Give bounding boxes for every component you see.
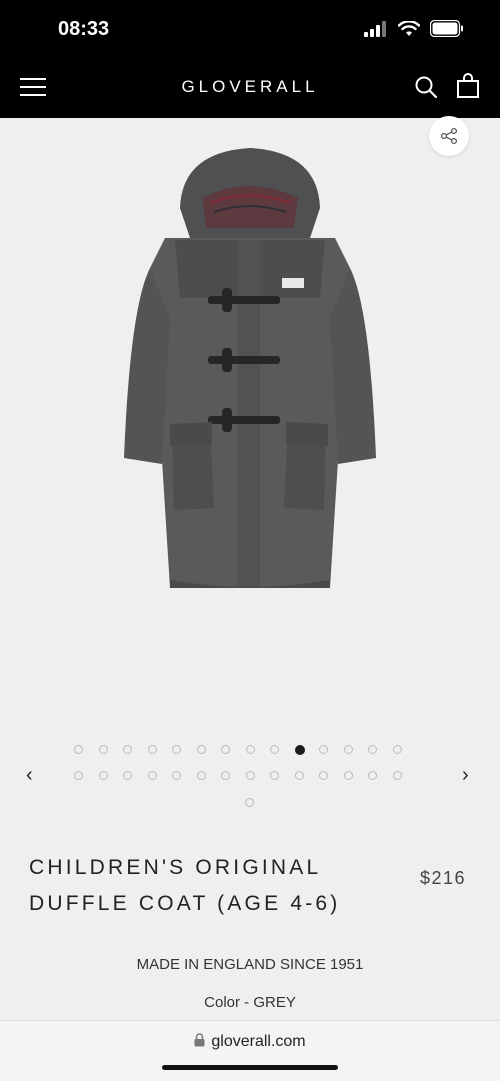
share-icon <box>440 127 458 145</box>
image-pager: ‹ › <box>0 740 500 820</box>
pager-dot[interactable] <box>172 771 181 780</box>
pager-dot[interactable] <box>196 745 206 754</box>
pager-dot[interactable] <box>294 771 304 780</box>
pager-dot[interactable] <box>245 771 255 780</box>
pager-dot[interactable] <box>74 745 83 754</box>
pager-dot[interactable] <box>147 745 157 754</box>
wifi-icon <box>398 20 420 36</box>
chevron-right-icon[interactable]: › <box>462 764 469 787</box>
pager-dot[interactable] <box>270 771 279 780</box>
site-header: GLOVERALL <box>0 62 500 118</box>
product-title: CHILDREN'S ORIGINAL DUFFLE COAT (AGE 4-6… <box>29 850 389 922</box>
pager-dot[interactable] <box>294 745 305 755</box>
url-text: gloverall.com <box>211 1033 306 1050</box>
pager-dot[interactable] <box>245 798 254 807</box>
pager-dot[interactable] <box>343 771 353 780</box>
pager-dot[interactable] <box>368 771 377 780</box>
pager-dot[interactable] <box>270 745 279 754</box>
product-title-line-2: DUFFLE COAT (AGE 4-6) <box>29 892 341 915</box>
pager-dot[interactable] <box>98 771 108 780</box>
battery-icon <box>430 20 463 37</box>
pager-dot[interactable] <box>343 745 353 754</box>
pager-dot[interactable] <box>221 771 230 780</box>
status-icons <box>364 20 464 37</box>
pager-dot[interactable] <box>123 745 132 754</box>
pager-dot[interactable] <box>319 771 328 780</box>
cellular-signal-icon <box>364 20 386 37</box>
shopping-bag-icon[interactable] <box>456 73 480 99</box>
product-color: Color - GREY <box>204 994 296 1011</box>
pager-dot[interactable] <box>147 771 157 780</box>
browser-url-bar[interactable]: gloverall.com <box>0 1020 500 1081</box>
pager-dot[interactable] <box>196 771 206 780</box>
pager-dot[interactable] <box>221 745 230 754</box>
home-indicator[interactable] <box>162 1065 338 1070</box>
status-time: 08:33 <box>58 18 110 40</box>
product-image-gallery[interactable] <box>0 116 500 718</box>
search-icon[interactable] <box>414 75 438 99</box>
pager-dot[interactable] <box>392 771 402 780</box>
url-display[interactable]: gloverall.com <box>0 1033 500 1051</box>
pager-dot[interactable] <box>392 745 402 754</box>
pager-dot[interactable] <box>172 745 181 754</box>
pager-dot[interactable] <box>123 771 132 780</box>
pager-dot[interactable] <box>319 745 328 754</box>
share-button[interactable] <box>429 116 469 156</box>
product-price: $216 <box>420 868 467 888</box>
pager-dot[interactable] <box>74 771 83 780</box>
pager-dot[interactable] <box>245 745 255 754</box>
product-title-line-1: CHILDREN'S ORIGINAL <box>29 856 322 879</box>
status-bar: 08:33 <box>0 0 500 62</box>
product-tagline: MADE IN ENGLAND SINCE 1951 <box>136 956 364 973</box>
lock-icon <box>194 1033 205 1047</box>
pager-dot[interactable] <box>98 745 108 754</box>
product-image-duffle-coat <box>124 148 376 588</box>
pager-dot[interactable] <box>368 745 377 754</box>
chevron-left-icon[interactable]: ‹ <box>26 764 33 787</box>
